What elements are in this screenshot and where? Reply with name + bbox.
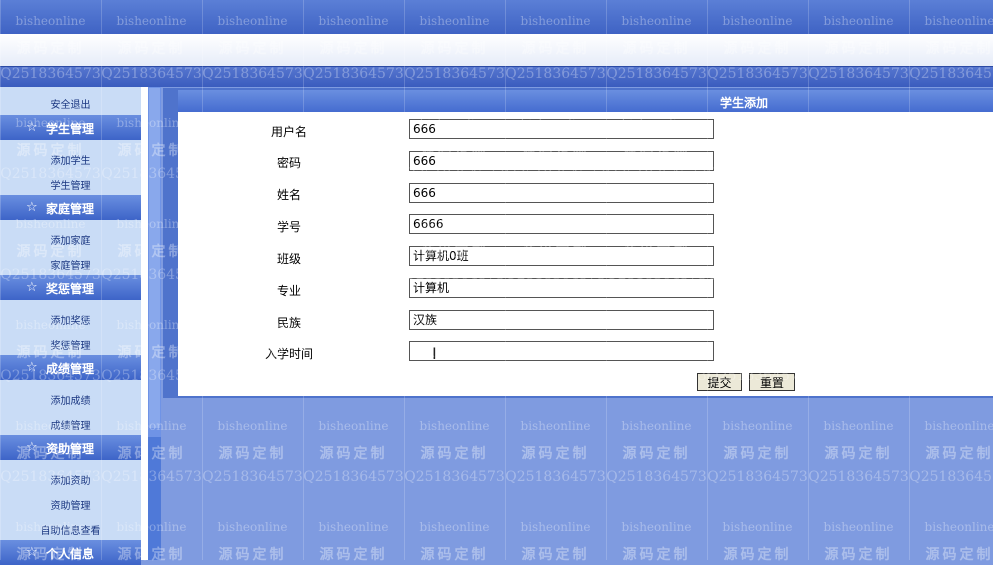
- name-label: 姓名: [277, 188, 302, 202]
- enroll-date-label: 入学时间: [265, 347, 314, 361]
- sidebar-section-title: 成绩管理: [46, 362, 95, 376]
- logout-link[interactable]: 安全退出: [0, 96, 141, 111]
- major-label: 专业: [277, 284, 302, 298]
- text-cursor-icon: I: [432, 344, 437, 363]
- sidebar-item-aid-view[interactable]: 自助信息查看: [0, 522, 141, 537]
- sidebar-section-aid[interactable]: ☆ 资助管理: [0, 435, 141, 460]
- name-field[interactable]: [409, 183, 714, 203]
- watermark-text: 源码定制: [319, 446, 388, 462]
- watermark-text: 源码定制: [218, 446, 287, 462]
- class-field[interactable]: [409, 246, 714, 266]
- watermark-text: 源码定制: [925, 547, 993, 563]
- watermark-text: 源码定制: [824, 547, 893, 563]
- watermark-text: bisheonline: [924, 419, 993, 433]
- student-id-field[interactable]: [409, 214, 714, 234]
- watermark-text: Q2518364573: [303, 469, 404, 485]
- sidebar-item-reward-manage[interactable]: 奖惩管理: [0, 337, 141, 352]
- watermark-text: Q2518364573: [606, 469, 707, 485]
- reset-button[interactable]: 重置: [749, 373, 795, 391]
- class-label: 班级: [277, 252, 302, 266]
- watermark-text: 源码定制: [420, 547, 489, 563]
- password-field[interactable]: [409, 151, 714, 171]
- watermark-text: Q2518364573: [808, 469, 909, 485]
- student-id-label: 学号: [277, 220, 302, 234]
- watermark-text: bisheonline: [823, 520, 894, 534]
- watermark-text: bisheonline: [318, 520, 389, 534]
- watermark-text: bisheonline: [924, 520, 993, 534]
- header-strip: [0, 66, 993, 87]
- watermark-text: bisheonline: [722, 520, 793, 534]
- watermark-text: bisheonline: [520, 419, 591, 433]
- watermark-text: bisheonline: [419, 520, 490, 534]
- watermark-text: bisheonline: [419, 419, 490, 433]
- sidebar-item-score-manage[interactable]: 成绩管理: [0, 417, 141, 432]
- star-icon: ☆: [26, 280, 38, 295]
- watermark-text: 源码定制: [824, 446, 893, 462]
- watermark-text: Q2518364573: [909, 469, 993, 485]
- watermark-text: bisheonline: [520, 520, 591, 534]
- watermark-text: 源码定制: [521, 547, 590, 563]
- sidebar-section-student[interactable]: ☆ 学生管理: [0, 115, 141, 140]
- sidebar-section-reward[interactable]: ☆ 奖惩管理: [0, 275, 141, 300]
- watermark-text: bisheonline: [722, 419, 793, 433]
- password-label: 密码: [277, 156, 302, 170]
- top-header-bar: [0, 0, 993, 34]
- watermark-text: 源码定制: [622, 547, 691, 563]
- major-field[interactable]: [409, 278, 714, 298]
- scrollbar-thumb[interactable]: [149, 88, 160, 428]
- watermark-text: bisheonline: [823, 419, 894, 433]
- sidebar-item-add-score[interactable]: 添加成绩: [0, 392, 141, 407]
- watermark-text: 源码定制: [420, 446, 489, 462]
- enroll-date-field[interactable]: [409, 341, 714, 361]
- sidebar-section-profile[interactable]: ☆ 个人信息: [0, 540, 141, 565]
- watermark-text: bisheonline: [621, 520, 692, 534]
- sidebar-section-title: 奖惩管理: [46, 282, 95, 296]
- sidebar-item-family-manage[interactable]: 家庭管理: [0, 257, 141, 272]
- watermark-text: bisheonline: [217, 419, 288, 433]
- watermark-text: 源码定制: [218, 547, 287, 563]
- sidebar-section-title: 学生管理: [46, 122, 95, 136]
- form-title-bar: [178, 90, 993, 112]
- watermark-text: 源码定制: [925, 446, 993, 462]
- sidebar-item-add-reward[interactable]: 添加奖惩: [0, 312, 141, 327]
- star-icon: ☆: [26, 545, 38, 560]
- sidebar-section-title: 家庭管理: [46, 202, 95, 216]
- watermark-text: bisheonline: [318, 419, 389, 433]
- username-label: 用户名: [271, 125, 308, 139]
- sidebar-item-aid-manage[interactable]: 资助管理: [0, 497, 141, 512]
- watermark-text: Q2518364573: [404, 469, 505, 485]
- watermark-text: 源码定制: [723, 446, 792, 462]
- watermark-text: Q2518364573: [202, 469, 303, 485]
- watermark-text: Q2518364573: [505, 469, 606, 485]
- banner: [0, 34, 993, 66]
- ethnicity-label: 民族: [277, 316, 302, 330]
- sidebar-section-title: 个人信息: [46, 547, 95, 561]
- watermark-text: 源码定制: [319, 547, 388, 563]
- watermark-text: bisheonline: [217, 520, 288, 534]
- username-field[interactable]: [409, 119, 714, 139]
- sidebar-item-add-student[interactable]: 添加学生: [0, 152, 141, 167]
- watermark-text: 源码定制: [622, 446, 691, 462]
- sidebar-item-add-family[interactable]: 添加家庭: [0, 232, 141, 247]
- star-icon: ☆: [26, 360, 38, 375]
- sidebar-section-family[interactable]: ☆ 家庭管理: [0, 195, 141, 220]
- sidebar-section-title: 资助管理: [46, 442, 95, 456]
- sidebar-section-score[interactable]: ☆ 成绩管理: [0, 355, 141, 380]
- watermark-text: 源码定制: [521, 446, 590, 462]
- ethnicity-field[interactable]: [409, 310, 714, 330]
- watermark-text: Q2518364573: [707, 469, 808, 485]
- watermark-text: bisheonline: [621, 419, 692, 433]
- star-icon: ☆: [26, 440, 38, 455]
- form-title: 学生添加: [720, 96, 769, 110]
- star-icon: ☆: [26, 200, 38, 215]
- sidebar-item-add-aid[interactable]: 添加资助: [0, 472, 141, 487]
- sidebar-item-student-manage[interactable]: 学生管理: [0, 177, 141, 192]
- watermark-text: 源码定制: [723, 547, 792, 563]
- frame-divider: [141, 87, 148, 560]
- star-icon: ☆: [26, 120, 38, 135]
- submit-button[interactable]: 提交: [697, 373, 742, 391]
